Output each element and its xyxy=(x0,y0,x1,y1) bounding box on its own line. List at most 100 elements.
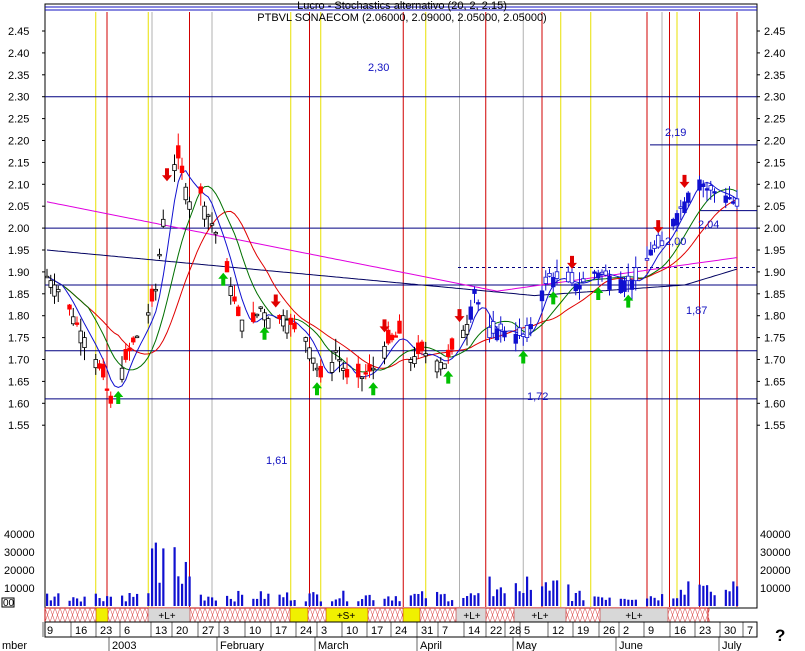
volume-bar xyxy=(316,594,319,606)
price-tick-label: 2.15 xyxy=(764,157,785,169)
volume-bar xyxy=(496,589,499,606)
price-tick-label: 2.10 xyxy=(8,179,29,191)
volume-bar xyxy=(492,596,495,606)
volume-bar xyxy=(657,600,660,606)
date-tick-label: 7 xyxy=(747,625,753,637)
volume-bar xyxy=(619,598,622,606)
price-tick-label: 2.30 xyxy=(8,92,29,104)
volume-bar xyxy=(608,597,611,606)
volume-bar xyxy=(319,601,322,606)
candle-body xyxy=(731,201,736,204)
candle-body xyxy=(93,359,98,369)
candle-body xyxy=(517,327,522,336)
price-tick-label: 1.65 xyxy=(764,376,785,388)
candle-body xyxy=(228,286,233,296)
candle-body xyxy=(333,350,338,353)
volume-bar xyxy=(181,583,184,606)
volume-bar xyxy=(672,598,675,606)
price-tick-label: 2.25 xyxy=(764,114,785,126)
candle-body xyxy=(423,353,428,357)
volume-bar xyxy=(124,601,127,606)
volume-bar xyxy=(49,600,52,606)
candle-body xyxy=(599,271,605,275)
candle-body xyxy=(367,364,372,372)
candle-body xyxy=(236,306,241,317)
volume-bar xyxy=(451,600,454,606)
candle-body xyxy=(607,275,612,290)
volume-bar xyxy=(53,596,56,606)
candle-body xyxy=(307,347,312,360)
candle-body xyxy=(262,312,267,321)
candle-body xyxy=(633,267,638,282)
buy-sell-arrows xyxy=(113,168,690,405)
candle-body xyxy=(363,372,368,375)
candle-body xyxy=(251,312,256,322)
volume-bar xyxy=(162,548,165,606)
date-tick-label: 13 xyxy=(155,625,167,637)
date-tick-label: 3 xyxy=(223,625,229,637)
candle-body xyxy=(682,201,687,214)
volume-bar xyxy=(709,591,712,606)
price-tick-label: 2.45 xyxy=(8,26,29,38)
date-tick-label: 23 xyxy=(100,625,112,637)
price-tick-label: 1.60 xyxy=(8,398,29,410)
help-button[interactable]: ? xyxy=(775,626,785,646)
buy-arrow xyxy=(593,286,604,300)
price-tick-label: 2.25 xyxy=(8,114,29,126)
volume-bar xyxy=(154,542,157,606)
candle-body xyxy=(513,333,518,344)
volume-bar xyxy=(499,587,502,606)
candle-body xyxy=(206,214,211,217)
volume-bar xyxy=(582,600,585,606)
price-axis: 2.45 2.45 2.40 2.40 2.35 2.35 2.30 2.30 2.25 2.25… xyxy=(8,26,785,432)
stock-chart: 2,302,192,042,001,871,721,61 2.45 2.452.4… xyxy=(1,0,791,651)
volume-bar xyxy=(338,598,341,606)
volume-tick-label: 10000 xyxy=(760,583,791,595)
candle-body xyxy=(344,369,350,378)
buy-arrow xyxy=(518,350,529,364)
date-tick-label: 23 xyxy=(699,625,711,637)
volume-bar xyxy=(447,601,450,606)
price-tick-label: 1.95 xyxy=(8,245,29,257)
volume-bar xyxy=(158,582,161,606)
candle-body xyxy=(539,290,545,302)
price-tick-label: 1.90 xyxy=(764,267,785,279)
candle-body xyxy=(678,206,683,209)
candle-body xyxy=(131,337,136,343)
volume-bar xyxy=(237,590,240,606)
trend-signal-label: +L+ xyxy=(463,611,480,622)
candle-body xyxy=(603,270,608,276)
level-label: 2,00 xyxy=(665,236,686,248)
candle-body xyxy=(626,275,631,282)
volume-bar xyxy=(649,596,652,606)
overlay-title: Lucro - Stochastics alternativo (20, 2, … xyxy=(297,0,507,12)
volume-bar xyxy=(706,585,709,606)
ma-magenta-line xyxy=(46,201,738,292)
volume-bar xyxy=(289,600,292,606)
volume-bar xyxy=(634,599,637,606)
candle-body xyxy=(528,324,533,330)
candle-body xyxy=(277,314,282,320)
date-tick-label: 10 xyxy=(346,625,358,637)
candle-body xyxy=(464,324,470,335)
date-tick-label: 2 xyxy=(623,625,629,637)
price-tick-label: 1.55 xyxy=(8,420,29,432)
candle-body xyxy=(101,363,106,378)
candle-body xyxy=(329,362,335,373)
volume-bar xyxy=(372,600,375,606)
volume-bar xyxy=(57,593,60,606)
candle-body xyxy=(52,284,57,297)
candle-body xyxy=(596,272,601,279)
volume-bar xyxy=(604,599,607,606)
date-tick-label: 12 xyxy=(552,625,564,637)
price-tick-label: 1.70 xyxy=(764,355,785,367)
volume-bar xyxy=(256,598,259,606)
candle-body xyxy=(446,349,451,357)
candle-body xyxy=(127,347,132,352)
volume-bar xyxy=(282,597,285,606)
candle-body xyxy=(108,395,113,404)
volume-bar xyxy=(128,593,131,606)
candle-body xyxy=(581,278,586,283)
candle-body xyxy=(146,312,151,316)
volume-bar xyxy=(518,591,521,606)
